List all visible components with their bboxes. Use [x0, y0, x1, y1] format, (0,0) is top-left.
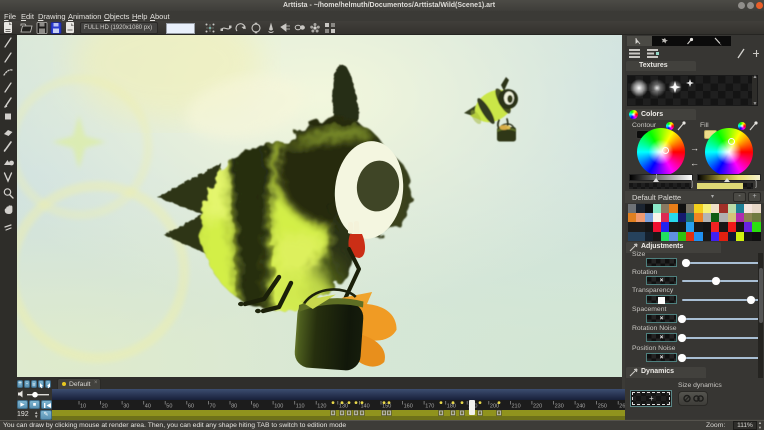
svg-text:130: 130	[339, 404, 348, 410]
svg-text:40: 40	[145, 404, 151, 410]
svg-text:250: 250	[598, 404, 607, 410]
svg-text:170: 170	[425, 404, 434, 410]
svg-text:20: 20	[102, 404, 108, 410]
svg-text:50: 50	[166, 404, 172, 410]
svg-text:110: 110	[296, 404, 305, 410]
svg-text:60: 60	[188, 404, 194, 410]
svg-text:260: 260	[619, 404, 625, 410]
svg-text:70: 70	[210, 404, 216, 410]
svg-text:240: 240	[576, 404, 585, 410]
svg-text:80: 80	[231, 404, 237, 410]
svg-text:180: 180	[447, 404, 456, 410]
svg-text:120: 120	[317, 404, 326, 410]
svg-text:10: 10	[80, 404, 86, 410]
svg-text:210: 210	[512, 404, 521, 410]
svg-text:30: 30	[123, 404, 129, 410]
svg-text:150: 150	[382, 404, 391, 410]
svg-text:230: 230	[555, 404, 564, 410]
svg-text:200: 200	[490, 404, 499, 410]
svg-text:140: 140	[361, 404, 370, 410]
svg-text:220: 220	[533, 404, 542, 410]
svg-text:90: 90	[253, 404, 259, 410]
svg-text:160: 160	[404, 404, 413, 410]
svg-text:100: 100	[274, 404, 283, 410]
